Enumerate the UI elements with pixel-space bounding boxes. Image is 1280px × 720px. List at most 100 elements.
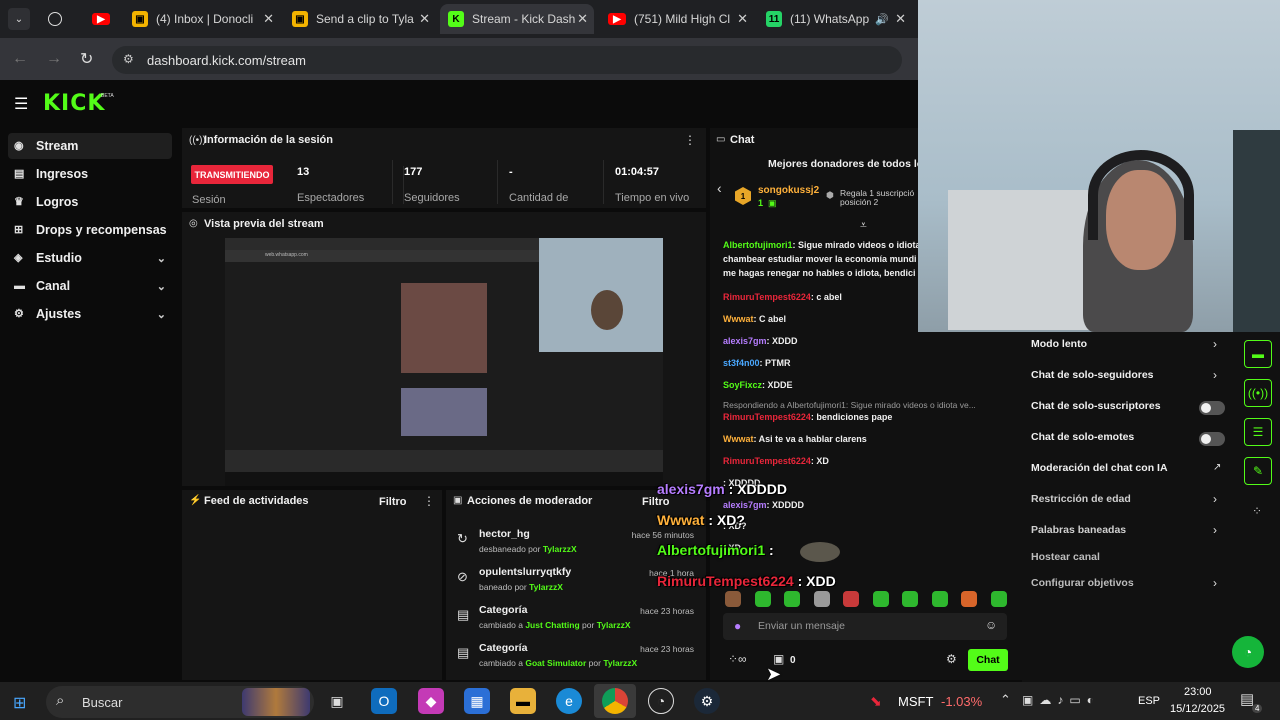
mod-row-target[interactable]: Just Chatting <box>525 620 579 630</box>
back-icon[interactable]: ← <box>12 50 28 68</box>
chat-username[interactable]: RimuruTempest6224 <box>723 412 811 422</box>
more-options-icon[interactable]: ⋮ <box>684 133 696 147</box>
chat-setting-item[interactable]: Moderación del chat con IA <box>1031 462 1168 474</box>
activity-filter-button[interactable]: Filtro <box>379 496 407 508</box>
clock-time[interactable]: 23:00 <box>1184 686 1212 698</box>
steam-icon[interactable]: ⚙ <box>694 688 720 714</box>
chat-username[interactable]: Albertofujimori1 <box>723 240 793 250</box>
emote-icon[interactable] <box>754 591 771 607</box>
chat-username[interactable]: Wwwat <box>723 314 754 324</box>
drag-icon[interactable]: ⁘ <box>1252 504 1262 518</box>
store-icon[interactable]: ▦ <box>464 688 490 714</box>
more-options-icon[interactable]: ⋮ <box>423 494 435 508</box>
sidebar-item-ingresos[interactable]: ▤ Ingresos <box>8 161 172 187</box>
chat-username[interactable]: st3f4n00 <box>723 358 760 368</box>
mod-filter-button[interactable]: Filtro <box>642 496 670 508</box>
send-chat-button[interactable]: Chat <box>968 649 1008 671</box>
mod-action-row[interactable]: ▤ Categoría cambiado a Just Chatting por… <box>455 604 700 640</box>
close-icon[interactable]: ✕ <box>737 11 748 27</box>
chevron-left-icon[interactable]: ‹ <box>717 180 722 196</box>
stock-symbol[interactable]: MSFT <box>898 694 933 709</box>
emote-icon[interactable] <box>931 591 948 607</box>
chat-username[interactable]: SoyFixcz <box>723 380 762 390</box>
chat-setting-item[interactable]: Chat de solo-emotes <box>1031 431 1134 443</box>
tab-search-button[interactable]: ⌄ <box>8 8 30 30</box>
sidebar-item-stream[interactable]: ◉ Stream <box>8 133 172 159</box>
gear-icon[interactable]: ⚙ <box>946 652 957 666</box>
mod-row-user[interactable]: TylarzzX <box>529 582 563 592</box>
microphone-icon[interactable]: ● <box>734 619 741 633</box>
close-icon[interactable]: ✕ <box>895 11 906 27</box>
chat-setting-item[interactable]: Restricción de edad <box>1031 493 1131 505</box>
broadcast-icon[interactable]: ((•)) <box>1244 379 1272 407</box>
donor-name[interactable]: songokussj2 <box>758 185 819 196</box>
mod-row-target[interactable]: Goat Simulator <box>525 658 586 668</box>
url-bar[interactable]: ⚙ dashboard.kick.com/stream <box>112 46 902 74</box>
browser-tab[interactable]: ▶ (751) Mild High Cl ✕ <box>600 6 754 32</box>
emote-icon[interactable] <box>990 591 1007 607</box>
emote-icon[interactable] <box>784 591 800 607</box>
users-icon[interactable]: ⁘∞ <box>728 652 747 666</box>
mod-row-user[interactable]: TylarzzX <box>543 544 577 554</box>
sidebar-item-ajustes[interactable]: ⚙ Ajustes ⌄ <box>8 301 172 327</box>
chat-setting-item[interactable]: Hostear canal <box>1031 551 1100 563</box>
mod-action-row[interactable]: ▤ Categoría cambiado a Goat Simulator po… <box>455 642 700 678</box>
chrome-icon[interactable] <box>602 688 628 714</box>
close-icon[interactable]: ✕ <box>577 11 588 27</box>
chat-username[interactable]: RimuruTempest6224 <box>723 292 811 302</box>
menu-icon[interactable]: ☰ <box>14 94 28 114</box>
emote-icon[interactable] <box>725 591 741 607</box>
tray-icons[interactable]: ▣☁♪▭◐ <box>1022 693 1100 707</box>
chevron-up-icon[interactable]: ⌃ <box>1000 692 1011 708</box>
chat-setting-item[interactable]: Chat de solo-suscriptores <box>1031 400 1161 412</box>
emote-icon[interactable] <box>872 591 889 607</box>
chat-input[interactable]: ● Enviar un mensaje ☺ <box>723 613 1007 640</box>
windows-start-icon[interactable]: ⊞ <box>13 693 26 713</box>
reload-icon[interactable]: ↻ <box>80 49 93 69</box>
sidebar-item-estudio[interactable]: ◈ Estudio ⌄ <box>8 245 172 271</box>
headset-button[interactable]: ◔ <box>1232 636 1264 668</box>
chat-setting-item[interactable]: Palabras baneadas <box>1031 524 1126 536</box>
clock-date[interactable]: 15/12/2025 <box>1170 703 1225 715</box>
chat-icon[interactable]: ▬ <box>1244 340 1272 368</box>
browser-tab[interactable] <box>40 6 74 32</box>
browser-tab-active[interactable]: K Stream - Kick Dash ✕ <box>440 4 594 34</box>
chat-setting-item[interactable]: Configurar objetivos <box>1031 577 1134 589</box>
chat-username[interactable]: RimuruTempest6224 <box>723 456 811 466</box>
edge-icon[interactable]: e <box>556 688 582 714</box>
emote-icon[interactable] <box>813 591 830 607</box>
emoji-icon[interactable]: ☺ <box>985 618 997 632</box>
taskbar-search[interactable]: ⌕ Buscar <box>46 686 314 718</box>
sidebar-item-canal[interactable]: ▬ Canal ⌄ <box>8 273 172 299</box>
browser-tab[interactable]: ▶ <box>84 6 120 32</box>
emote-icon[interactable] <box>902 591 918 607</box>
close-icon[interactable]: ✕ <box>263 11 274 27</box>
sidebar-item-logros[interactable]: ♛ Logros <box>8 189 172 215</box>
collapse-icon[interactable]: ⩡ <box>860 218 867 233</box>
chat-setting-item[interactable]: Chat de solo-seguidores <box>1031 369 1154 381</box>
chat-username[interactable]: alexis7gm <box>723 336 767 346</box>
file-explorer-icon[interactable]: ▬ <box>510 688 536 714</box>
kick-logo[interactable]: KICK <box>43 91 105 116</box>
toggle-switch[interactable] <box>1199 432 1225 446</box>
site-settings-icon[interactable]: ⚙ <box>123 52 134 66</box>
wrench-icon[interactable]: ✎ <box>1244 457 1272 485</box>
stream-preview-video[interactable]: web.whatsapp.com <box>225 238 663 486</box>
browser-tab[interactable]: ▣ Send a clip to Tyla ✕ <box>284 6 436 32</box>
task-view-icon[interactable]: ▣ <box>324 688 350 714</box>
mod-row-user[interactable]: TylarzzX <box>597 620 631 630</box>
sidebar-item-drops[interactable]: ⊞ Drops y recompensas <box>8 217 172 243</box>
toggle-switch[interactable] <box>1199 401 1225 415</box>
mod-row-user[interactable]: TylarzzX <box>603 658 637 668</box>
browser-tab[interactable]: ▣ (4) Inbox | Donocli ✕ <box>124 6 280 32</box>
language-indicator[interactable]: ESP <box>1138 695 1160 707</box>
close-icon[interactable]: ✕ <box>419 11 430 27</box>
emote-icon[interactable] <box>961 591 977 607</box>
copilot-icon[interactable]: ◆ <box>418 688 444 714</box>
chat-username[interactable]: alexis7gm <box>723 500 767 510</box>
emote-icon[interactable] <box>843 591 859 607</box>
browser-tab[interactable]: 11 (11) WhatsApp 🔊 ✕ <box>758 6 912 32</box>
chat-setting-item[interactable]: Modo lento <box>1031 338 1087 350</box>
chat-username[interactable]: Wwwat <box>723 434 754 444</box>
outlook-icon[interactable]: O <box>371 688 397 714</box>
